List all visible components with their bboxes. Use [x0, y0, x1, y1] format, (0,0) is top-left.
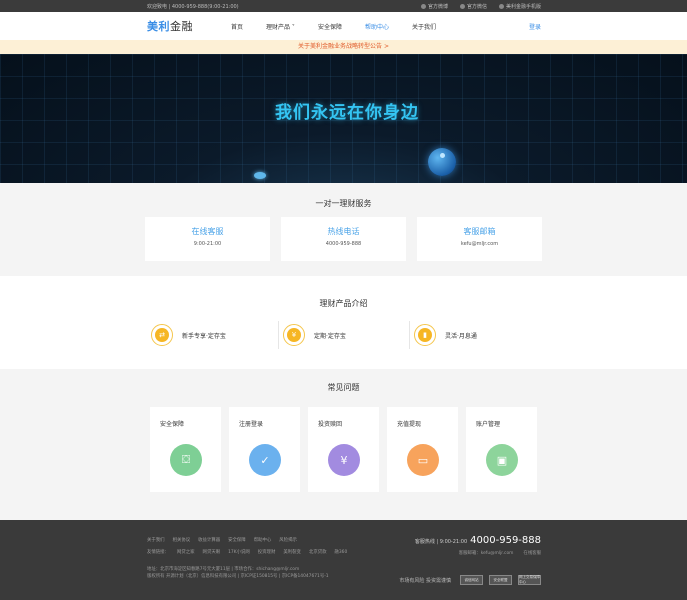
hotline-text: 欢迎致电 | 4000-959-888(9:00-21:00) [147, 3, 239, 10]
exchange-icon: ⇄ [151, 324, 173, 346]
nav-item-security[interactable]: 安全保障 [318, 22, 342, 31]
footer-badges: 市场有风险 投资需谨慎 诚信网站 安全联盟 网上交易保障中心 [399, 575, 541, 585]
planet-highlight [440, 153, 445, 158]
service-section: 一对一理财服务 在线客服 9:00-21:00 热线电话 4000-959-88… [0, 183, 687, 276]
service-card-title: 在线客服 [191, 227, 224, 236]
service-card-email[interactable]: 客服邮箱 kefu@mljr.com [417, 217, 542, 261]
faq-card-label: 充值提现 [397, 421, 422, 428]
product-label: 灵活·月息通 [445, 332, 477, 340]
footer-contact: 客服热线 | 9:00-21:00 4000-959-888 客服邮箱：kefu@… [415, 535, 541, 556]
product-item-flexible[interactable]: ▮ 灵活·月息通 [409, 321, 540, 349]
friend-link[interactable]: 融360 [335, 549, 348, 555]
folder-icon: ▣ [486, 444, 518, 476]
faq-title: 常见问题 [327, 383, 360, 392]
service-card-title: 客服邮箱 [463, 227, 496, 236]
small-planet-icon [254, 172, 266, 179]
product-item-fixed[interactable]: ¥ 定期·定存宝 [278, 321, 409, 349]
friend-links-label: 友情链接： [147, 550, 169, 555]
security-badge[interactable]: 安全联盟 [489, 575, 512, 585]
service-card-title: 热线电话 [327, 227, 360, 236]
bar-chart-icon: ▮ [414, 324, 436, 346]
hero-banner[interactable]: 我们永远在你身边 [0, 54, 687, 183]
friend-link[interactable]: 投资理财 [258, 549, 276, 555]
login-link[interactable]: 登录 [529, 22, 541, 31]
service-card-sub: 9:00-21:00 [193, 241, 222, 247]
products-title: 理财产品介绍 [319, 299, 368, 308]
friend-link[interactable]: 网贷天眼 [203, 549, 221, 555]
faq-section: 常见问题 安全保障 ⛋ 注册登录 ✓ 投资赎回 ¥ 充值提现 ▭ 账户管理 ▣ [0, 369, 687, 520]
mobile-icon [498, 3, 504, 9]
safe-icon: ⛋ [170, 444, 202, 476]
footer-link[interactable]: 安全保障 [228, 537, 246, 543]
faq-card-label: 账户管理 [476, 421, 501, 428]
service-card-hotline[interactable]: 热线电话 4000-959-888 [281, 217, 406, 261]
faq-card-invest[interactable]: 投资赎回 ¥ [308, 407, 379, 492]
footer-link[interactable]: 相关协议 [173, 537, 191, 543]
trade-badge[interactable]: 网上交易保障中心 [518, 575, 541, 585]
user-check-icon: ✓ [249, 444, 281, 476]
footer-link[interactable]: 帮助中心 [254, 537, 272, 543]
footer-email[interactable]: 客服邮箱：kefu@mljr.com [459, 550, 514, 556]
faq-card-label: 安全保障 [160, 421, 185, 428]
yen-icon: ¥ [283, 324, 305, 346]
nav-item-products[interactable]: 理财产品 ˅ [266, 22, 295, 31]
card-icon: ▭ [407, 444, 439, 476]
footer-link[interactable]: 风险揭示 [279, 537, 297, 543]
nav-item-help[interactable]: 帮助中心 [365, 22, 389, 31]
faq-card-register[interactable]: 注册登录 ✓ [229, 407, 300, 492]
top-bar: 欢迎致电 | 4000-959-888(9:00-21:00) 官方微博 官方微… [0, 0, 687, 12]
service-title: 一对一理财服务 [315, 199, 372, 208]
footer-link[interactable]: 关于我们 [147, 537, 165, 543]
products-section: 理财产品介绍 ⇄ 新手专享·定存宝 ¥ 定期·定存宝 ▮ 灵活·月息通 [0, 276, 687, 369]
footer-address: 地址：北京市海淀区知春路7号元大厦11层 | 市场合作：shichang@mlj… [147, 567, 300, 572]
faq-card-account[interactable]: 账户管理 ▣ [466, 407, 537, 492]
wechat-link[interactable]: 官方微信 [459, 3, 487, 10]
yen-refresh-icon: ¥ [328, 444, 360, 476]
footer-online-service[interactable]: 在线客服 [523, 550, 541, 556]
weibo-icon [420, 3, 426, 9]
faq-card-recharge[interactable]: 充值提现 ▭ [387, 407, 458, 492]
service-card-sub: kefu@mljr.com [460, 241, 499, 247]
friend-link[interactable]: 北京贷款 [309, 549, 327, 555]
wechat-icon [459, 3, 465, 9]
weibo-link[interactable]: 官方微博 [420, 3, 448, 10]
friend-link[interactable]: 美利裂变 [283, 549, 301, 555]
product-item-newbie[interactable]: ⇄ 新手专享·定存宝 [147, 321, 278, 349]
footer-hotline: 客服热线 | 9:00-21:00 4000-959-888 [414, 535, 541, 546]
footer-link[interactable]: 收益计算器 [198, 537, 220, 543]
banner-slogan: 我们永远在你身边 [275, 103, 419, 123]
notice-bar[interactable]: 关于美利金融业务战略转型公告 > [0, 40, 687, 54]
service-card-online[interactable]: 在线客服 9:00-21:00 [145, 217, 270, 261]
faq-card-label: 注册登录 [239, 421, 264, 428]
faq-card-label: 投资赎回 [318, 421, 343, 428]
trust-badge[interactable]: 诚信网站 [460, 575, 483, 585]
faq-card-security[interactable]: 安全保障 ⛋ [150, 407, 221, 492]
service-card-sub: 4000-959-888 [325, 241, 362, 247]
logo[interactable]: 美利金融 [147, 18, 193, 34]
friend-link[interactable]: 网贷之家 [177, 549, 195, 555]
nav-menu: 首页 理财产品 ˅ 安全保障 帮助中心 关于我们 [231, 22, 459, 31]
product-label: 新手专享·定存宝 [182, 332, 226, 340]
footer: 关于我们 相关协议 收益计算器 安全保障 帮助中心 风险揭示 友情链接： 网贷之… [0, 520, 687, 600]
friend-link[interactable]: 17K小说网 [228, 549, 250, 555]
product-label: 定期·定存宝 [314, 332, 346, 340]
risk-notice: 市场有风险 投资需谨慎 [399, 577, 451, 584]
nav-item-home[interactable]: 首页 [231, 22, 243, 31]
nav-item-about[interactable]: 关于我们 [412, 22, 436, 31]
main-nav: 美利金融 首页 理财产品 ˅ 安全保障 帮助中心 关于我们 登录 [0, 12, 687, 40]
mobile-link[interactable]: 美利金融手机版 [498, 3, 541, 10]
